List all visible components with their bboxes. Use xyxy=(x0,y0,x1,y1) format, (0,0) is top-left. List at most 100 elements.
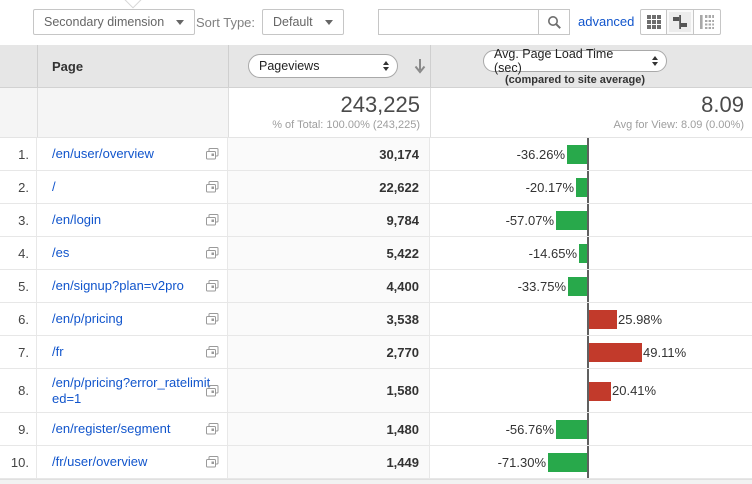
table-row: 10. /fr/user/overview 1,449 -71.30% xyxy=(0,446,752,479)
row-rank: 7. xyxy=(0,336,37,368)
page-link[interactable]: /en/p/pricing?error_ratelimited=1 xyxy=(52,375,212,407)
comparison-cell: -36.26% xyxy=(430,138,752,170)
row-rank: 1. xyxy=(0,138,37,170)
open-in-new-window-icon[interactable] xyxy=(206,247,219,259)
secondary-dimension-button[interactable]: Secondary dimension xyxy=(33,9,196,35)
page-cell: /en/p/pricing?error_ratelimited=1 xyxy=(37,369,228,412)
page-cell: /fr/user/overview xyxy=(37,446,228,478)
open-in-new-window-icon[interactable] xyxy=(206,456,219,468)
open-in-new-window-icon[interactable] xyxy=(206,384,219,397)
comparison-cell: -20.17% xyxy=(430,171,752,203)
page-link[interactable]: /es xyxy=(52,245,212,261)
page-link[interactable]: /fr xyxy=(52,344,212,360)
row-rank: 6. xyxy=(0,303,37,335)
comparison-bar xyxy=(576,178,587,197)
page-cell: /fr xyxy=(37,336,228,368)
comparison-metric-select[interactable]: Avg. Page Load Time (sec) xyxy=(483,47,667,75)
pageviews-total: 243,225 xyxy=(340,92,420,117)
avg-load-time-value: 8.09 xyxy=(701,92,744,117)
page-link[interactable]: /en/register/segment xyxy=(52,421,212,437)
page-link[interactable]: / xyxy=(52,179,212,195)
open-in-new-window-icon[interactable] xyxy=(206,280,219,292)
pageviews-total-note: % of Total: 100.00% (243,225) xyxy=(272,119,420,131)
comparison-cell: -33.75% xyxy=(430,270,752,302)
table-view-button[interactable] xyxy=(640,9,667,35)
table-row: 1. /en/user/overview 30,174 -36.26% xyxy=(0,138,752,171)
table-body: 1. /en/user/overview 30,174 -36.26% 2. / xyxy=(0,138,752,479)
comparison-bar xyxy=(589,382,611,401)
pageviews-cell: 22,622 xyxy=(228,171,430,203)
sort-type-label: Sort Type: xyxy=(196,15,256,30)
chevron-down-icon xyxy=(324,19,333,25)
pageviews-total-cell: 243,225 % of Total: 100.00% (243,225) xyxy=(228,92,420,131)
page-column-header: Page xyxy=(52,59,84,74)
page-link[interactable]: /fr/user/overview xyxy=(52,454,212,470)
view-toggle-group xyxy=(640,9,721,35)
open-in-new-window-icon[interactable] xyxy=(206,423,219,435)
comparison-bar xyxy=(589,310,617,329)
comparison-percent: -56.76% xyxy=(505,421,554,437)
page-cell: /en/login xyxy=(37,204,228,236)
page-cell: /en/p/pricing xyxy=(37,303,228,335)
comparison-cell: -56.76% xyxy=(430,413,752,445)
comparison-percent: 20.41% xyxy=(612,383,657,398)
row-rank: 10. xyxy=(0,446,37,478)
pageviews-cell: 1,449 xyxy=(228,446,430,478)
pivot-view-button[interactable] xyxy=(694,9,721,35)
comparison-percent: 49.11% xyxy=(643,344,687,360)
comparison-cell: -14.65% xyxy=(430,237,752,269)
pageviews-cell: 30,174 xyxy=(228,138,430,170)
page-link[interactable]: /en/p/pricing xyxy=(52,311,212,327)
page-link[interactable]: /en/signup?plan=v2pro xyxy=(52,278,212,294)
comparison-bar xyxy=(548,453,587,472)
page-cell: / xyxy=(37,171,228,203)
open-in-new-window-icon[interactable] xyxy=(206,214,219,226)
table-row: 7. /fr 2,770 49.11% xyxy=(0,336,752,369)
sort-type-value: Default xyxy=(273,15,313,29)
select-arrows-icon xyxy=(652,56,658,66)
search-input[interactable] xyxy=(378,9,538,35)
summary-row: 243,225 % of Total: 100.00% (243,225) 8.… xyxy=(0,88,752,138)
comparison-percent: -14.65% xyxy=(528,245,577,261)
page-cell: /es xyxy=(37,237,228,269)
open-in-new-window-icon[interactable] xyxy=(206,313,219,325)
comparison-view-button[interactable] xyxy=(667,9,694,35)
analytics-comparison-report: Secondary dimension Sort Type: Default a… xyxy=(0,0,752,484)
table-row: 5. /en/signup?plan=v2pro 4,400 -33.75% xyxy=(0,270,752,303)
column-divider xyxy=(228,45,229,87)
open-in-new-window-icon[interactable] xyxy=(206,346,219,358)
table-row: 6. /en/p/pricing 3,538 25.98% xyxy=(0,303,752,336)
comparison-percent: -33.75% xyxy=(517,278,566,294)
pageviews-cell: 4,400 xyxy=(228,270,430,302)
metric-select[interactable]: Pageviews xyxy=(248,54,398,78)
column-divider xyxy=(37,88,38,137)
comparison-bar xyxy=(579,244,587,263)
open-in-new-window-icon[interactable] xyxy=(206,181,219,193)
pageviews-cell: 5,422 xyxy=(228,237,430,269)
table-row: 8. /en/p/pricing?error_ratelimited=1 1,5… xyxy=(0,369,752,413)
comparison-icon xyxy=(673,15,687,29)
comparison-axis xyxy=(587,204,589,236)
secondary-dimension-label: Secondary dimension xyxy=(44,15,165,29)
sort-descending-icon[interactable] xyxy=(413,58,427,74)
comparison-bar xyxy=(567,145,587,164)
advanced-search-link[interactable]: advanced xyxy=(578,14,634,29)
pageviews-cell: 1,480 xyxy=(228,413,430,445)
comparison-cell: 25.98% xyxy=(430,303,752,335)
page-link[interactable]: /en/login xyxy=(52,212,212,228)
row-rank: 5. xyxy=(0,270,37,302)
table-row: 4. /es 5,422 -14.65% xyxy=(0,237,752,270)
sort-type-button[interactable]: Default xyxy=(262,9,344,35)
page-cell: /en/signup?plan=v2pro xyxy=(37,270,228,302)
open-in-new-window-icon[interactable] xyxy=(206,148,219,160)
row-rank: 8. xyxy=(0,369,37,412)
page-link[interactable]: /en/user/overview xyxy=(52,146,212,162)
table-row: 2. / 22,622 -20.17% xyxy=(0,171,752,204)
table-header: Page Pageviews Avg. Page Load Time (sec)… xyxy=(0,45,752,88)
comparison-percent: -57.07% xyxy=(505,212,554,228)
table-row: 3. /en/login 9,784 -57.07% xyxy=(0,204,752,237)
pageviews-cell: 2,770 xyxy=(228,336,430,368)
tab-caret xyxy=(124,0,142,9)
comparison-axis xyxy=(587,237,589,269)
search-button[interactable] xyxy=(538,9,570,35)
